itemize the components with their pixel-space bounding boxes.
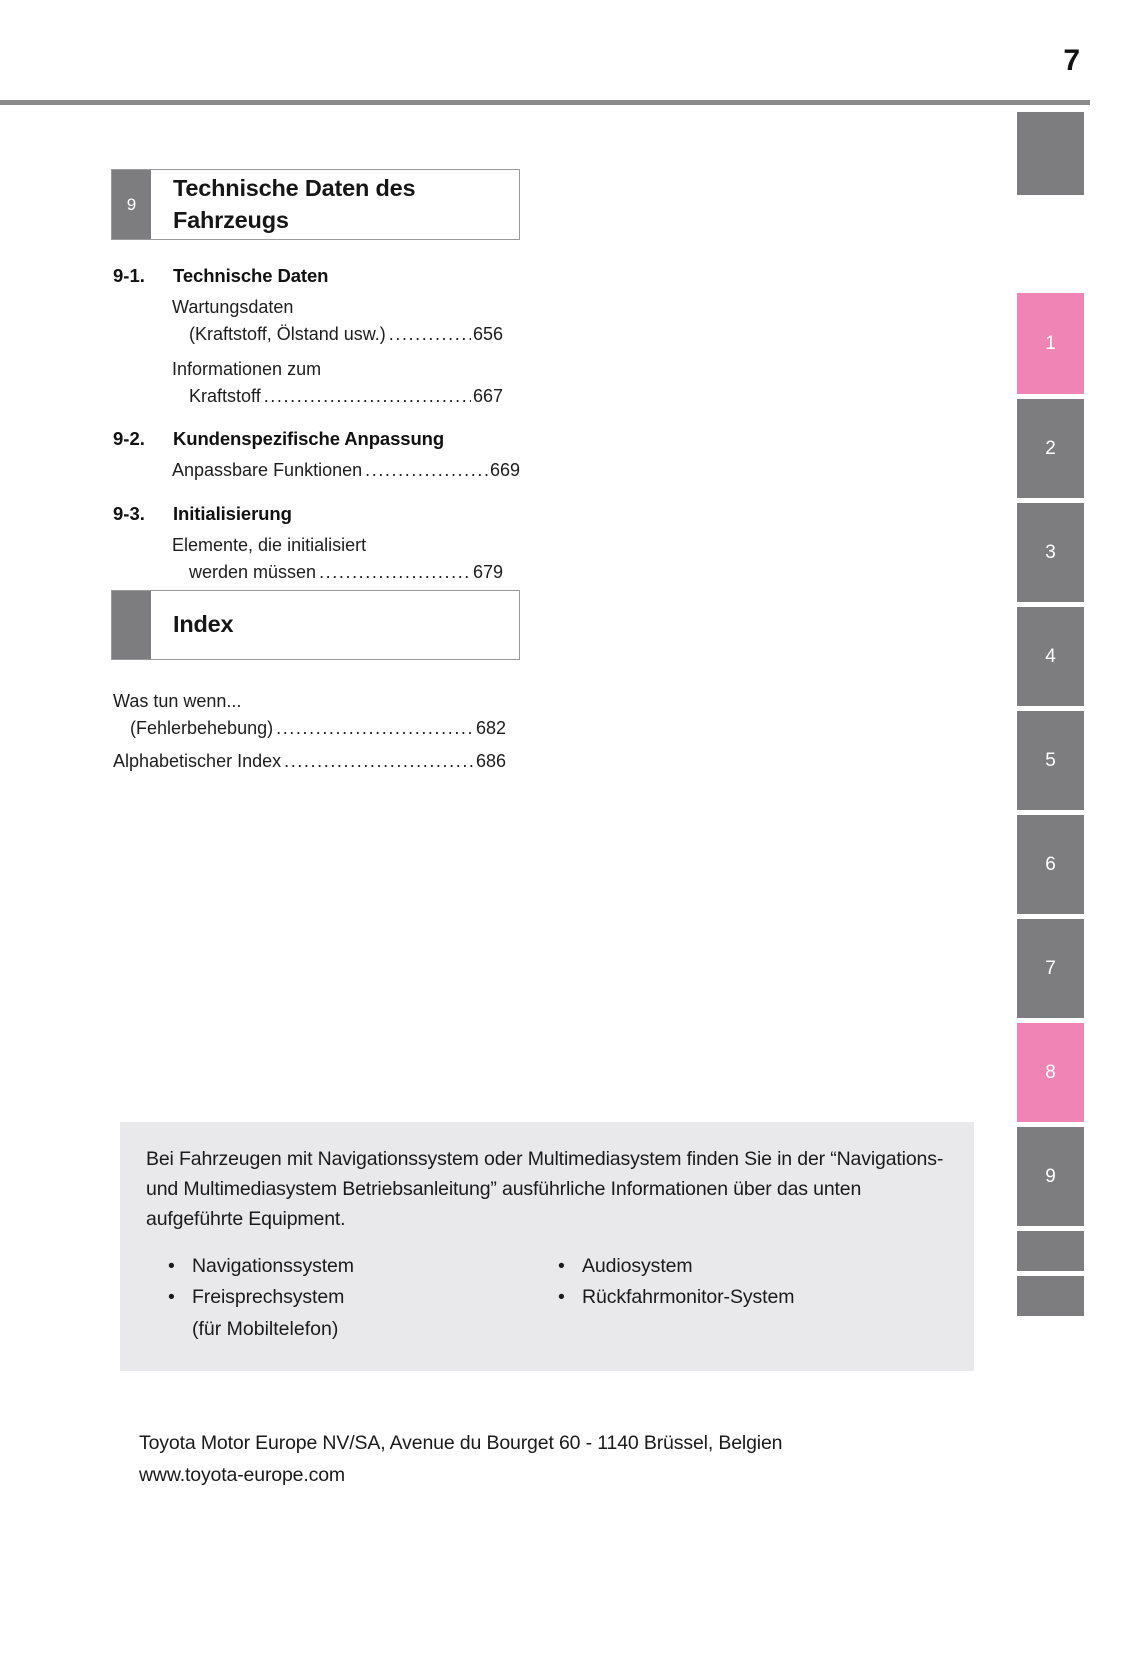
side-tab-7[interactable]: 7 xyxy=(1017,919,1084,1018)
footer-address: Toyota Motor Europe NV/SA, Avenue du Bou… xyxy=(139,1432,783,1454)
bullet-icon: • xyxy=(558,1254,565,1277)
toc-section-number: 9-2. xyxy=(113,428,145,450)
toc-entry-2-0[interactable]: Elemente, die initialisiert werden müssen… xyxy=(172,532,513,587)
chapter-title-line-1: Technische Daten des xyxy=(173,175,416,202)
toc-entry-1-0-label: Anpassbare Funktionen xyxy=(172,460,363,481)
header-divider xyxy=(0,100,1090,105)
index-entry-0-line-2: (Fehlerbehebung)........................… xyxy=(113,715,506,742)
toc-section-9-3[interactable]: 9-3. Initialisierung xyxy=(113,503,513,525)
toc-entry-2-0-line-2: werden müssen...........................… xyxy=(172,559,503,586)
index-entry-0-label: (Fehlerbehebung) xyxy=(130,718,274,739)
notice-item-left-1: • Freisprechsystem xyxy=(168,1282,558,1314)
index-title: Index xyxy=(173,611,234,638)
side-tab-5[interactable]: 5 xyxy=(1017,711,1084,810)
index-entry-0[interactable]: Was tun wenn... (Fehlerbehebung).........… xyxy=(113,688,513,743)
side-tab-3[interactable]: 3 xyxy=(1017,503,1084,602)
notice-item-right-0: • Audiosystem xyxy=(558,1251,948,1283)
index-entry-0-leader: ........................................… xyxy=(276,718,474,739)
index-entry-0-page: 682 xyxy=(475,718,506,739)
toc-section-number: 9-3. xyxy=(113,502,145,524)
toc-entry-0-0-leader: ........................................… xyxy=(388,324,471,345)
manual-page: 7 123456789 9 Technische Daten des Fahrz… xyxy=(0,0,1142,1654)
side-tab-blank-0[interactable] xyxy=(1017,112,1084,195)
index-number-badge xyxy=(112,591,151,659)
toc-entry-0-1-line-1: Informationen zum xyxy=(172,358,322,379)
bullet-icon: • xyxy=(168,1286,175,1309)
notice-item-right-0-label: Audiosystem xyxy=(582,1254,693,1277)
side-tab-4[interactable]: 4 xyxy=(1017,607,1084,706)
toc-entry-0-1-label: Kraftstoff xyxy=(189,386,261,407)
index-title-box: Index xyxy=(111,590,520,660)
toc-section-title: Technische Daten xyxy=(173,265,329,286)
notice-column-right: • Audiosystem • Rückfahrmonitor-System xyxy=(558,1251,948,1346)
index-entry-1-page: 686 xyxy=(475,750,506,771)
bullet-icon: • xyxy=(168,1254,175,1277)
index-title-area: Index xyxy=(151,591,519,659)
chapter-title-box: 9 Technische Daten des Fahrzeugs xyxy=(111,169,520,240)
chapter-title-area: Technische Daten des Fahrzeugs xyxy=(151,170,519,239)
index-entry-1-label: Alphabetischer Index xyxy=(113,750,282,771)
toc-entry-0-0-line-1: Wartungsdaten xyxy=(172,297,294,317)
side-tab-blank-11[interactable] xyxy=(1017,1276,1084,1316)
notice-item-left-sub: (für Mobiltelefon) xyxy=(192,1317,339,1340)
toc-entry-0-1[interactable]: Informationen zum Kraftstoff.............… xyxy=(172,356,513,411)
toc-entry-0-1-line-2: Kraftstoff..............................… xyxy=(172,383,503,410)
toc-entry-1-0-page: 669 xyxy=(489,460,520,481)
index-entry-1-leader: ........................................… xyxy=(284,750,474,771)
notice-item-right-1: • Rückfahrmonitor-System xyxy=(558,1282,948,1314)
toc-entry-2-0-leader: ........................................… xyxy=(319,562,471,583)
toc-entry-0-0-page: 656 xyxy=(472,324,503,345)
notice-paragraph: Bei Fahrzeugen mit Navigationssystem ode… xyxy=(146,1148,944,1231)
chapter-title-line-2: Fahrzeugs xyxy=(173,206,289,233)
toc-section-9-1[interactable]: 9-1. Technische Daten xyxy=(113,265,513,287)
index-entry-1[interactable]: Alphabetischer Index....................… xyxy=(113,748,506,775)
footer-website: www.toyota-europe.com xyxy=(139,1463,346,1486)
notice-item-left-1-label: Freisprechsystem xyxy=(192,1286,345,1309)
side-tab-6[interactable]: 6 xyxy=(1017,815,1084,914)
side-tab-2[interactable]: 2 xyxy=(1017,399,1084,498)
notice-item-left-0: • Navigationssystem xyxy=(168,1251,558,1283)
toc-entry-0-0-label: (Kraftstoff, Ölstand usw.) xyxy=(189,324,386,345)
navigation-notice-box: Bei Fahrzeugen mit Navigationssystem ode… xyxy=(120,1122,974,1372)
footer: Toyota Motor Europe NV/SA, Avenue du Bou… xyxy=(139,1428,999,1491)
notice-equipment-columns: • Navigationssystem • Freisprechsystem (für … xyxy=(146,1251,948,1346)
toc-entry-1-0[interactable]: Anpassbare Funktionen...................… xyxy=(172,457,520,484)
toc-section-title: Initialisierung xyxy=(173,502,292,524)
page-number: 7 xyxy=(1063,44,1080,77)
toc-section-number: 9-1. xyxy=(113,265,145,286)
chapter-title: Technische Daten des Fahrzeugs xyxy=(173,173,416,235)
toc-entry-0-1-leader: ........................................… xyxy=(263,386,471,407)
notice-column-left: • Navigationssystem • Freisprechsystem (für … xyxy=(168,1251,558,1346)
side-tab-blank-10[interactable] xyxy=(1017,1231,1084,1271)
side-tab-strip: 123456789 xyxy=(1017,112,1084,1332)
notice-item-right-1-label: Rückfahrmonitor-System xyxy=(582,1286,795,1309)
toc-entry-0-0-line-2: (Kraftstoff, Ölstand usw.)..............… xyxy=(172,321,503,348)
chapter-number-badge: 9 xyxy=(112,170,151,239)
toc-entry-0-1-page: 667 xyxy=(472,386,503,407)
index-entry-0-line-1: Was tun wenn... xyxy=(113,691,242,711)
toc-section-9-2[interactable]: 9-2. Kundenspezifische Anpassung xyxy=(113,428,513,450)
toc-entry-0-0[interactable]: Wartungsdaten (Kraftstoff, Ölstand usw.).… xyxy=(172,294,513,349)
toc-entry-2-0-label: werden müssen xyxy=(189,562,317,583)
toc-entry-2-0-page: 679 xyxy=(472,562,503,583)
table-of-contents: 9-1. Technische Daten Wartungsdaten (Krafts… xyxy=(113,265,520,587)
toc-section-title: Kundenspezifische Anpassung xyxy=(173,428,445,450)
side-tab-1[interactable]: 1 xyxy=(1017,293,1084,394)
index-entry-list: Was tun wenn... (Fehlerbehebung).........… xyxy=(113,688,513,775)
toc-entry-2-0-line-1: Elemente, die initialisiert xyxy=(172,534,367,555)
side-tab-9[interactable]: 9 xyxy=(1017,1127,1084,1226)
side-tab-8[interactable]: 8 xyxy=(1017,1023,1084,1122)
toc-entry-1-0-leader: ........................................… xyxy=(365,460,488,481)
notice-item-left-0-label: Navigationssystem xyxy=(192,1254,354,1277)
bullet-icon: • xyxy=(558,1286,565,1309)
